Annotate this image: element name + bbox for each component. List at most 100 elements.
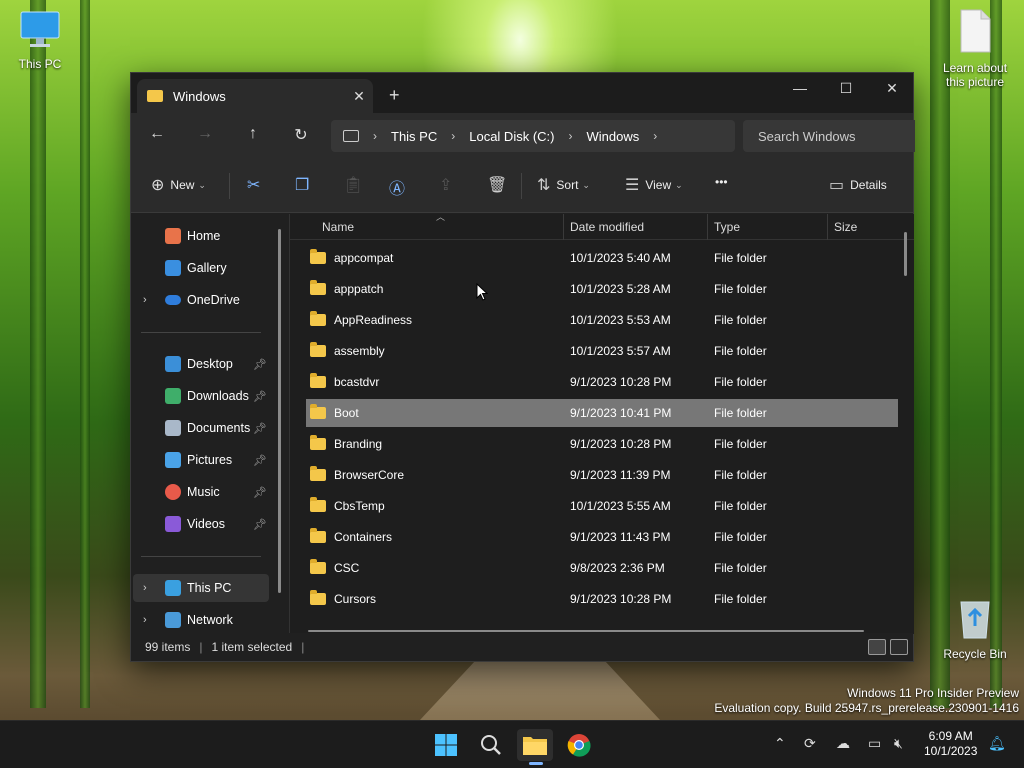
file-date: 10/1/2023 5:55 AM [570, 499, 671, 513]
breadcrumb[interactable]: › This PC › Local Disk (C:) › Windows › [331, 120, 735, 152]
file-row[interactable]: Boot 9/1/2023 10:41 PM File folder [306, 399, 898, 427]
file-type: File folder [714, 313, 767, 327]
sidebar-scrollbar[interactable] [278, 229, 281, 593]
sidebar-item-pictures[interactable]: Pictures 📌︎ [133, 446, 269, 474]
file-row[interactable]: Cursors 9/1/2023 10:28 PM File folder [306, 585, 898, 613]
column-divider[interactable] [707, 214, 708, 240]
view-button[interactable]: ☰ View ⌄ [625, 175, 683, 195]
start-button[interactable] [428, 729, 464, 761]
column-size[interactable]: Size [834, 220, 857, 234]
file-row[interactable]: AppReadiness 10/1/2023 5:53 AM File folder [306, 306, 898, 334]
share-button[interactable]: ⇪ [439, 175, 458, 195]
clock[interactable]: 6:09 AM 10/1/2023 [924, 729, 977, 759]
file-list: Name ︿ Date modified Type Size appcompat… [289, 212, 914, 634]
file-row[interactable]: appcompat 10/1/2023 5:40 AM File folder [306, 244, 898, 272]
item-count: 99 items [145, 640, 191, 654]
refresh-button[interactable]: ↻ [289, 125, 313, 145]
paste-button[interactable]: 📋︎ [343, 175, 369, 195]
sidebar-item-videos[interactable]: Videos 📌︎ [133, 510, 269, 538]
chevron-right-icon[interactable]: › [143, 294, 147, 306]
status-separator: | [199, 640, 203, 654]
breadcrumb-separator: › [568, 129, 573, 143]
folder-icon [310, 466, 326, 481]
search-button[interactable] [473, 729, 509, 761]
breadcrumb-local-disk[interactable]: Local Disk (C:) [469, 129, 554, 144]
copy-button[interactable]: ❐ [295, 175, 315, 195]
desktop-icon-recycle-bin[interactable]: Recycle Bin [935, 596, 1015, 661]
file-name: assembly [334, 344, 385, 358]
desktop-icon-learn-picture[interactable]: Learn about this picture [935, 8, 1015, 89]
show-hidden-icons-button[interactable]: ⌃ [774, 735, 786, 752]
sidebar-item-desktop[interactable]: Desktop 📌︎ [133, 350, 269, 378]
sidebar-item-music[interactable]: Music 📌︎ [133, 478, 269, 506]
sidebar-item-onedrive[interactable]: › OneDrive [133, 286, 269, 314]
network-tray-icon[interactable]: ▭ [868, 735, 881, 752]
up-button[interactable]: ↑ [241, 125, 265, 143]
chevron-right-icon[interactable]: › [143, 614, 147, 626]
watermark-line: Windows 11 Pro Insider Preview [847, 686, 1019, 700]
cut-button[interactable]: ✂ [247, 175, 266, 195]
details-view-button[interactable] [868, 639, 886, 655]
file-row[interactable]: CbsTemp 10/1/2023 5:55 AM File folder [306, 492, 898, 520]
folder-icon [310, 404, 326, 419]
breadcrumb-this-pc[interactable]: This PC [391, 129, 437, 144]
minimize-button[interactable]: — [777, 73, 823, 103]
volume-muted-icon[interactable]: 🔇︎ [894, 735, 903, 752]
notification-bell-icon[interactable]: 🔔︎ [988, 735, 1006, 752]
sidebar-item-documents[interactable]: Documents 📌︎ [133, 414, 269, 442]
file-row[interactable]: Containers 9/1/2023 11:43 PM File folder [306, 523, 898, 551]
file-row[interactable]: apppatch 10/1/2023 5:28 AM File folder [306, 275, 898, 303]
column-divider[interactable] [827, 214, 828, 240]
column-date-modified[interactable]: Date modified [570, 220, 644, 234]
vertical-scrollbar[interactable] [904, 232, 907, 276]
column-name[interactable]: Name [322, 220, 354, 234]
new-button[interactable]: ⊕ New ⌄ [151, 175, 206, 195]
rename-button[interactable]: Ⓐ [389, 175, 411, 199]
mouse-cursor-icon [476, 283, 488, 301]
sidebar-item-network[interactable]: › Network [133, 606, 269, 634]
sidebar-item-this-pc[interactable]: › This PC [133, 574, 269, 602]
forward-button[interactable]: → [193, 125, 217, 143]
sync-icon[interactable]: ⟳ [804, 735, 816, 752]
search-input[interactable]: Search Windows [743, 120, 915, 152]
more-options-button[interactable]: ••• [715, 175, 728, 189]
back-button[interactable]: ← [145, 125, 169, 143]
close-window-button[interactable]: ✕ [869, 73, 915, 103]
breadcrumb-windows[interactable]: Windows [586, 129, 639, 144]
desktop-icon-this-pc[interactable]: This PC [0, 10, 80, 71]
column-type[interactable]: Type [714, 220, 740, 234]
file-type: File folder [714, 592, 767, 606]
sidebar-item-home[interactable]: Home [133, 222, 269, 250]
chevron-down-icon: ⌄ [582, 179, 590, 190]
delete-button[interactable]: 🗑︎ [487, 175, 513, 195]
file-row[interactable]: bcastdvr 9/1/2023 10:28 PM File folder [306, 368, 898, 396]
folder-icon [147, 90, 163, 102]
folder-icon [523, 737, 547, 755]
file-row[interactable]: CSC 9/8/2023 2:36 PM File folder [306, 554, 898, 582]
file-row[interactable]: Branding 9/1/2023 10:28 PM File folder [306, 430, 898, 458]
maximize-button[interactable]: ☐ [823, 73, 869, 103]
details-button[interactable]: ▭ Details [829, 175, 887, 195]
column-headers: Name ︿ Date modified Type Size [290, 212, 914, 240]
file-explorer-taskbar-button[interactable] [517, 729, 553, 765]
file-row[interactable]: assembly 10/1/2023 5:57 AM File folder [306, 337, 898, 365]
onedrive-tray-icon[interactable]: ☁ [836, 735, 850, 752]
file-row[interactable]: BrowserCore 9/1/2023 11:39 PM File folder [306, 461, 898, 489]
sidebar-item-downloads[interactable]: Downloads 📌︎ [133, 382, 269, 410]
tiles-view-button[interactable] [890, 639, 908, 655]
folder-icon [310, 435, 326, 450]
chevron-right-icon[interactable]: › [143, 582, 147, 594]
network-icon [165, 612, 181, 628]
close-tab-button[interactable]: ✕ [345, 88, 373, 105]
column-divider[interactable] [563, 214, 564, 240]
scissors-icon: ✂ [247, 177, 261, 194]
file-name: apppatch [334, 282, 384, 296]
new-tab-button[interactable]: + [389, 85, 400, 106]
sidebar-item-gallery[interactable]: Gallery [133, 254, 269, 282]
tab-windows[interactable]: Windows ✕ [137, 79, 373, 113]
chrome-taskbar-button[interactable] [561, 729, 597, 761]
folder-icon [310, 590, 326, 605]
sort-button[interactable]: ⇅ Sort ⌄ [537, 175, 590, 195]
file-type: File folder [714, 375, 767, 389]
horizontal-scrollbar[interactable] [308, 630, 864, 632]
